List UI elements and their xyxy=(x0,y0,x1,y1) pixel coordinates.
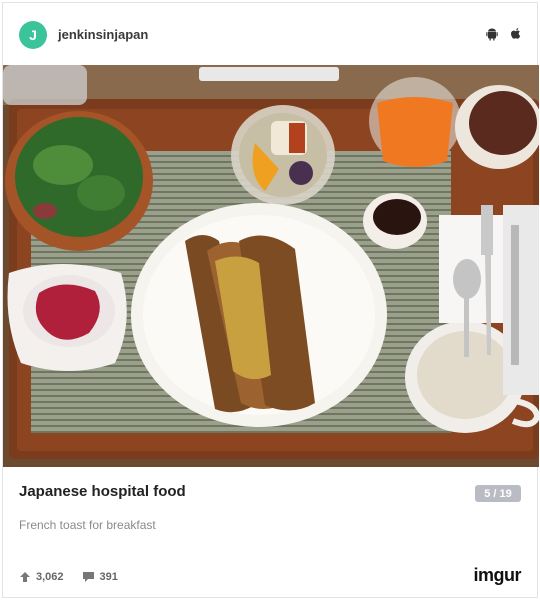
avatar[interactable]: J xyxy=(19,21,47,49)
platform-icons xyxy=(485,27,523,41)
apple-icon[interactable] xyxy=(509,27,523,41)
comment-count: 391 xyxy=(99,571,118,583)
comment-stat[interactable]: 391 xyxy=(82,571,118,583)
comment-bubble-icon[interactable] xyxy=(82,571,95,583)
upvote-stat[interactable]: 3,062 xyxy=(19,571,64,583)
username[interactable]: jenkinsinjapan xyxy=(58,27,148,42)
post-stats: 3,062 391 xyxy=(19,571,136,583)
post-title: Japanese hospital food xyxy=(19,483,186,500)
upvote-arrow-icon[interactable] xyxy=(19,571,31,583)
post-description: French toast for breakfast xyxy=(19,518,156,532)
post-card: J jenkinsinjapan Japanese hospital food … xyxy=(2,2,539,598)
post-image[interactable] xyxy=(3,65,539,467)
post-header: J jenkinsinjapan xyxy=(3,3,537,65)
image-counter-badge: 5 / 19 xyxy=(475,485,521,502)
imgur-logo[interactable]: imgur xyxy=(473,565,521,586)
upvote-count: 3,062 xyxy=(36,571,64,583)
android-icon[interactable] xyxy=(485,27,499,41)
